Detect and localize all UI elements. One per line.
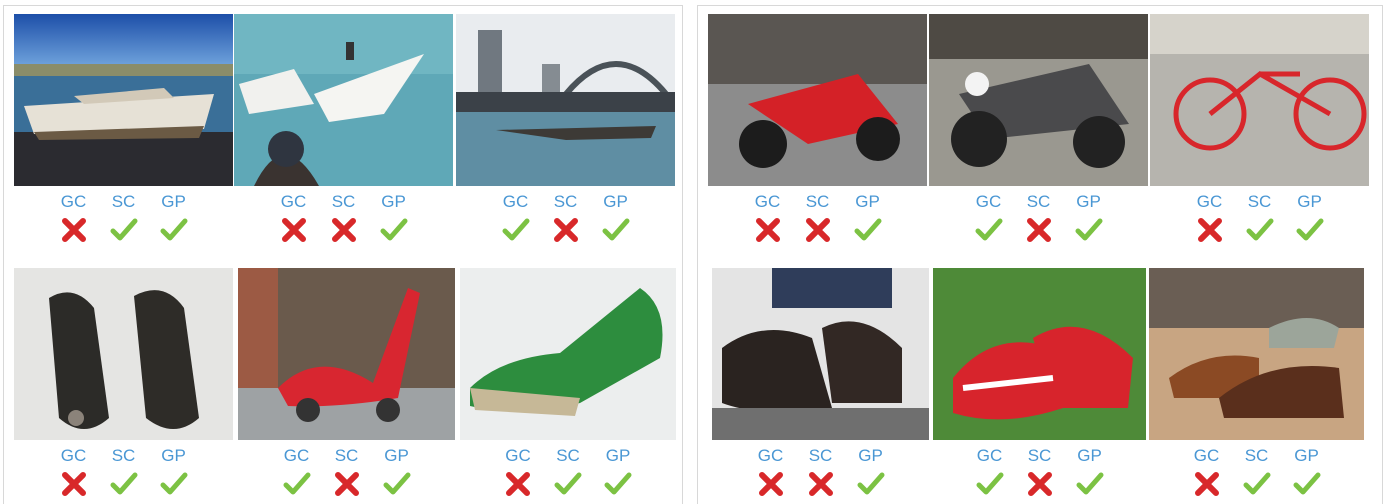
check-icon — [160, 216, 188, 244]
metric-label-sc: SC — [808, 446, 833, 465]
metric-label-sc: SC — [111, 192, 136, 211]
shoe-photo — [712, 268, 929, 440]
metric-label-gc: GC — [976, 446, 1003, 465]
check-icon — [854, 216, 882, 244]
cross-icon — [1026, 470, 1054, 498]
metric-label-gp: GP — [161, 192, 186, 211]
left-panel: GC SC GP GC SC GP GC SC GP GC SC GP GC S… — [3, 5, 683, 504]
check-icon — [283, 470, 311, 498]
boat-photo — [234, 14, 453, 186]
check-icon — [110, 216, 138, 244]
cross-icon — [807, 470, 835, 498]
check-icon — [1076, 470, 1104, 498]
cross-icon — [1193, 470, 1221, 498]
cross-icon — [754, 216, 782, 244]
check-icon — [1293, 470, 1321, 498]
metric-label-gc: GC — [280, 192, 307, 211]
shoe-photo — [14, 268, 233, 440]
metric-label-gp: GP — [381, 192, 406, 211]
cross-icon — [1196, 216, 1224, 244]
check-icon — [604, 470, 632, 498]
metric-label-gp: GP — [1076, 192, 1101, 211]
metric-label-gp: GP — [855, 192, 880, 211]
metric-label-gc: GC — [60, 446, 87, 465]
result-cell: GC SC GP — [460, 268, 676, 498]
result-cell: GC SC GP — [14, 268, 233, 498]
check-icon — [975, 216, 1003, 244]
boat-photo — [456, 14, 675, 186]
cross-icon — [804, 216, 832, 244]
metric-label-gp: GP — [1297, 192, 1322, 211]
metric-label-gp: GP — [603, 192, 628, 211]
metric-label-gc: GC — [283, 446, 310, 465]
metric-label-gc: GC — [502, 192, 529, 211]
metric-label-gp: GP — [605, 446, 631, 465]
metric-label-gc: GC — [754, 192, 781, 211]
metric-label-sc: SC — [1244, 446, 1269, 465]
check-icon — [1246, 216, 1274, 244]
metric-label-sc: SC — [805, 192, 830, 211]
metric-label-gp: GP — [1077, 446, 1102, 465]
cross-icon — [333, 470, 361, 498]
metric-label-gc: GC — [975, 192, 1002, 211]
result-cell: GC SC GP — [708, 14, 927, 254]
result-cell: GC SC GP — [456, 14, 675, 254]
metric-label-sc: SC — [1026, 192, 1051, 211]
shoe-photo — [238, 268, 455, 440]
metric-label-gc: GC — [757, 446, 784, 465]
cross-icon — [60, 216, 88, 244]
metric-label-sc: SC — [1027, 446, 1052, 465]
result-cell: GC SC GP — [933, 268, 1146, 498]
metric-label-gp: GP — [1294, 446, 1319, 465]
right-panel: GC SC GP GC SC GP GC SC GP GC SC GP GC S… — [697, 5, 1383, 504]
bicycle-photo — [1150, 14, 1369, 186]
cross-icon — [280, 216, 308, 244]
metric-label-gp: GP — [384, 446, 409, 465]
metric-label-sc: SC — [111, 446, 136, 465]
check-icon — [160, 470, 188, 498]
metric-label-gc: GC — [60, 192, 87, 211]
check-icon — [1075, 216, 1103, 244]
cross-icon — [330, 216, 358, 244]
check-icon — [1243, 470, 1271, 498]
cross-icon — [504, 470, 532, 498]
shoe-photo — [1149, 268, 1364, 440]
check-icon — [976, 470, 1004, 498]
metric-label-gc: GC — [1193, 446, 1220, 465]
result-cell: GC SC GP — [929, 14, 1148, 254]
cross-icon — [757, 470, 785, 498]
metric-label-gp: GP — [858, 446, 883, 465]
cross-icon — [60, 470, 88, 498]
metric-label-sc: SC — [331, 192, 356, 211]
check-icon — [110, 470, 138, 498]
metric-label-gp: GP — [161, 446, 186, 465]
check-icon — [857, 470, 885, 498]
metric-label-sc: SC — [334, 446, 359, 465]
cross-icon — [552, 216, 580, 244]
result-cell: GC SC GP — [238, 268, 455, 498]
metric-label-gc: GC — [505, 446, 531, 465]
result-cell: GC SC GP — [1149, 268, 1364, 498]
shoe-photo — [460, 268, 676, 440]
check-icon — [602, 216, 630, 244]
result-cell: GC SC GP — [712, 268, 929, 498]
metric-label-gc: GC — [1196, 192, 1223, 211]
result-cell: GC SC GP — [1150, 14, 1369, 254]
check-icon — [1296, 216, 1324, 244]
cross-icon — [1025, 216, 1053, 244]
shoe-photo — [933, 268, 1146, 440]
result-cell: GC SC GP — [234, 14, 453, 254]
motorcycle-photo — [929, 14, 1148, 186]
result-cell: GC SC GP — [14, 14, 233, 254]
motorcycle-photo — [708, 14, 927, 186]
boat-photo — [14, 14, 233, 186]
check-icon — [502, 216, 530, 244]
metric-label-sc: SC — [1247, 192, 1272, 211]
metric-label-sc: SC — [556, 446, 580, 465]
metric-label-sc: SC — [553, 192, 578, 211]
check-icon — [383, 470, 411, 498]
check-icon — [554, 470, 582, 498]
check-icon — [380, 216, 408, 244]
